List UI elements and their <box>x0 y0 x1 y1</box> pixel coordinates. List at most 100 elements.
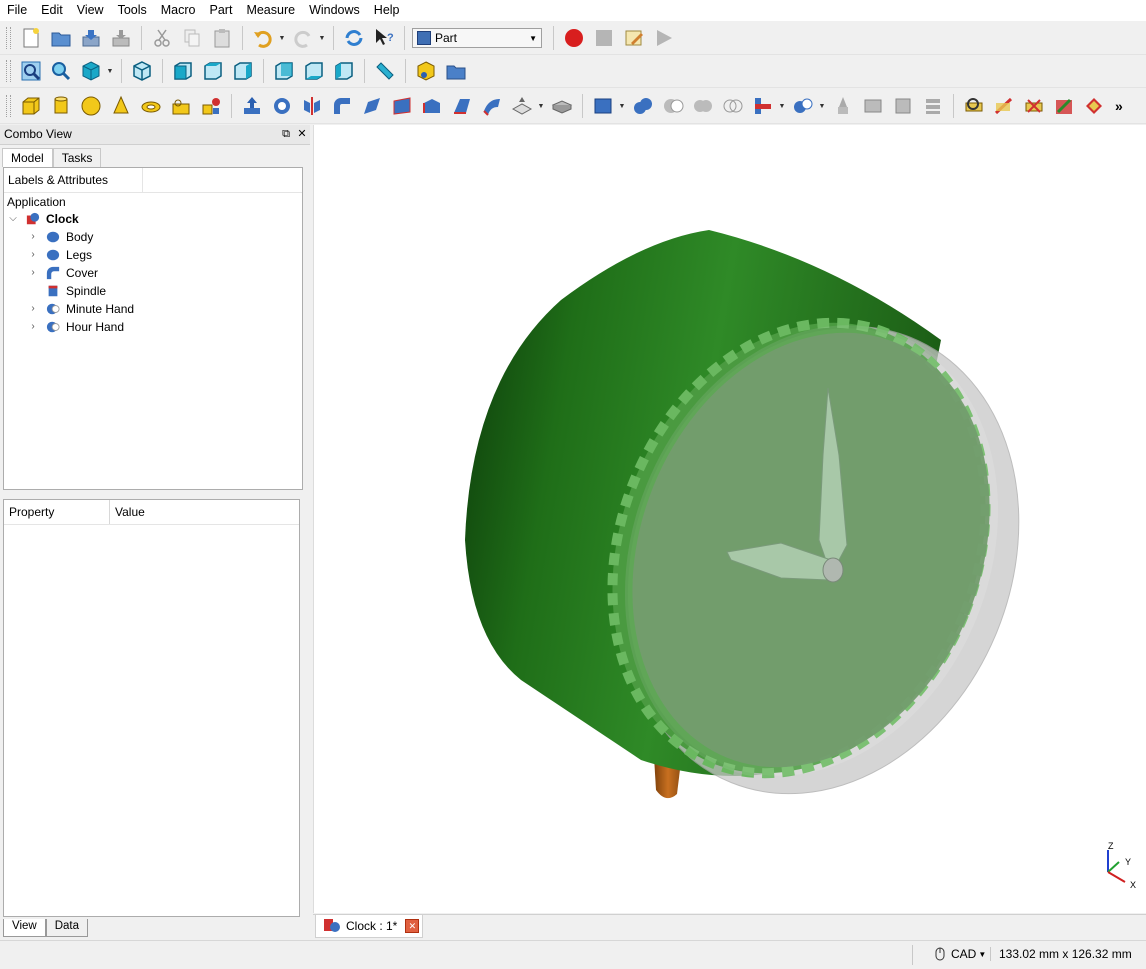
view-isometric-button[interactable] <box>129 58 155 84</box>
menu-windows[interactable]: Windows <box>302 0 367 21</box>
menu-macro[interactable]: Macro <box>154 0 203 21</box>
primitives-button[interactable] <box>198 93 224 119</box>
measure-angular-button[interactable] <box>991 93 1017 119</box>
draw-style-button[interactable] <box>78 58 104 84</box>
create-part-button[interactable] <box>413 58 439 84</box>
chevron-right-icon[interactable]: › <box>26 246 40 264</box>
cut-button[interactable] <box>149 25 175 51</box>
tree-item-legs[interactable]: › Legs <box>26 246 92 264</box>
3d-viewport[interactable]: Z Y X <box>313 125 1146 913</box>
cylinder-button[interactable] <box>48 93 74 119</box>
common-button[interactable] <box>720 93 746 119</box>
section-dropdown[interactable]: ▼ <box>537 93 545 119</box>
value-column-header[interactable]: Value <box>110 500 150 524</box>
measure-clear-button[interactable] <box>1051 93 1077 119</box>
open-button[interactable] <box>48 25 74 51</box>
close-icon[interactable]: ✕ <box>294 125 310 144</box>
cross-sections-button[interactable] <box>549 93 575 119</box>
macro-stop-button[interactable] <box>591 25 617 51</box>
view-front-button[interactable] <box>170 58 196 84</box>
toolbar-overflow-button[interactable]: » <box>1115 98 1123 114</box>
torus-button[interactable] <box>138 93 164 119</box>
menu-tools[interactable]: Tools <box>111 0 154 21</box>
fit-all-button[interactable] <box>18 58 44 84</box>
float-icon[interactable]: ⧉ <box>278 125 294 144</box>
projection-button[interactable] <box>890 93 916 119</box>
toolbar-grip[interactable] <box>6 27 11 49</box>
split-dropdown[interactable]: ▼ <box>818 93 826 119</box>
view-bottom-button[interactable] <box>301 58 327 84</box>
view-rear-button[interactable] <box>271 58 297 84</box>
tree-item-hour-hand[interactable]: › Hour Hand <box>26 318 124 336</box>
mirror-button[interactable] <box>299 93 325 119</box>
macro-record-button[interactable] <box>561 25 587 51</box>
fuse-button[interactable] <box>690 93 716 119</box>
boolean-button[interactable] <box>630 93 656 119</box>
offset-button[interactable] <box>920 93 946 119</box>
redo-dropdown[interactable]: ▼ <box>318 25 326 51</box>
menu-measure[interactable]: Measure <box>239 0 302 21</box>
sphere-button[interactable] <box>78 93 104 119</box>
measure-refresh-button[interactable] <box>1021 93 1047 119</box>
toolbar-grip[interactable] <box>6 60 11 82</box>
refresh-button[interactable] <box>341 25 367 51</box>
copy-button[interactable] <box>179 25 205 51</box>
workbench-selector[interactable]: Part ▼ <box>412 28 542 48</box>
save-as-button[interactable] <box>108 25 134 51</box>
whats-this-button[interactable]: ? <box>371 25 397 51</box>
chevron-down-icon[interactable]: ⌵ <box>6 210 20 228</box>
macro-edit-button[interactable] <box>621 25 647 51</box>
tree-item-cover[interactable]: › Cover <box>26 264 98 282</box>
join-dropdown[interactable]: ▼ <box>778 93 786 119</box>
fillet-button[interactable] <box>329 93 355 119</box>
tree-item-clock[interactable]: ⌵ Clock <box>6 210 78 228</box>
toolbar-grip[interactable] <box>6 95 11 117</box>
loft-button[interactable] <box>449 93 475 119</box>
tab-view[interactable]: View <box>3 919 46 937</box>
tree-item-body[interactable]: › Body <box>26 228 93 246</box>
save-button[interactable] <box>78 25 104 51</box>
undo-button[interactable] <box>250 25 276 51</box>
chamfer-button[interactable] <box>359 93 385 119</box>
menu-part[interactable]: Part <box>203 0 240 21</box>
tab-model[interactable]: Model <box>2 148 53 167</box>
view-top-button[interactable] <box>200 58 226 84</box>
new-document-button[interactable] <box>18 25 44 51</box>
tree-item-spindle[interactable]: Spindle <box>40 282 106 300</box>
defeaturing-button[interactable] <box>860 93 886 119</box>
menu-view[interactable]: View <box>70 0 111 21</box>
menu-edit[interactable]: Edit <box>34 0 70 21</box>
check-geometry-button[interactable] <box>830 93 856 119</box>
make-face-button[interactable] <box>389 93 415 119</box>
chevron-right-icon[interactable]: › <box>26 264 40 282</box>
tree-item-minute-hand[interactable]: › Minute Hand <box>26 300 134 318</box>
compound-button[interactable] <box>590 93 616 119</box>
cone-button[interactable] <box>108 93 134 119</box>
create-group-button[interactable] <box>443 58 469 84</box>
join-features-button[interactable] <box>750 93 776 119</box>
tube-button[interactable] <box>168 93 194 119</box>
draw-style-dropdown[interactable]: ▼ <box>106 58 114 84</box>
tab-data[interactable]: Data <box>45 919 89 937</box>
navigation-style-selector[interactable]: CAD ▼ <box>935 947 986 961</box>
view-right-button[interactable] <box>230 58 256 84</box>
paste-button[interactable] <box>209 25 235 51</box>
chevron-right-icon[interactable]: › <box>26 300 40 318</box>
chevron-right-icon[interactable]: › <box>26 318 40 336</box>
box-button[interactable] <box>18 93 44 119</box>
measure-toggle-button[interactable] <box>1081 93 1107 119</box>
fit-selection-button[interactable] <box>48 58 74 84</box>
undo-dropdown[interactable]: ▼ <box>278 25 286 51</box>
property-column-header[interactable]: Property <box>4 500 110 524</box>
cut-solid-button[interactable] <box>660 93 686 119</box>
ruled-surface-button[interactable] <box>419 93 445 119</box>
macro-execute-button[interactable] <box>651 25 677 51</box>
measure-distance-button[interactable] <box>372 58 398 84</box>
compound-dropdown[interactable]: ▼ <box>618 93 626 119</box>
measure-linear-button[interactable] <box>961 93 987 119</box>
document-tab-clock[interactable]: Clock : 1* ✕ <box>315 915 423 938</box>
menu-file[interactable]: File <box>0 0 34 21</box>
redo-button[interactable] <box>290 25 316 51</box>
extrude-button[interactable] <box>239 93 265 119</box>
chevron-right-icon[interactable]: › <box>26 228 40 246</box>
